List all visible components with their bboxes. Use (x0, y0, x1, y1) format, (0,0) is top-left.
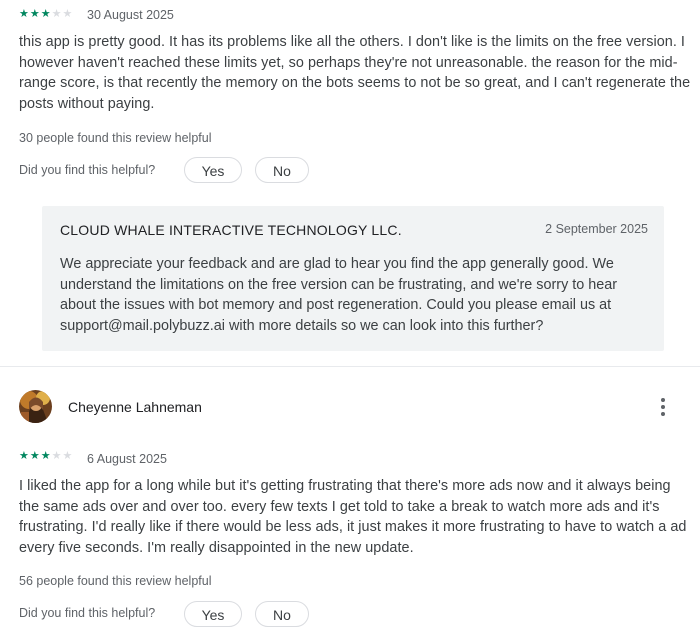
reply-date: 2 September 2025 (545, 222, 648, 236)
star-icon: ★ (62, 8, 73, 20)
helpful-no-button[interactable]: No (255, 601, 309, 627)
developer-reply: CLOUD WHALE INTERACTIVE TECHNOLOGY LLC. … (42, 206, 664, 351)
star-icon: ★ (51, 450, 62, 462)
review-text: this app is pretty good. It has its prob… (19, 34, 691, 112)
helpful-question: Did you find this helpful? (19, 606, 156, 620)
star-icon: ★ (29, 450, 40, 462)
reply-text: We appreciate your feedback and are glad… (60, 256, 618, 334)
helpful-count: 30 people found this review helpful (19, 131, 212, 145)
helpful-yes-button[interactable]: Yes (184, 601, 242, 627)
star-rating: ★ ★ ★ ★ ★ (19, 9, 72, 20)
star-icon: ★ (19, 450, 29, 462)
star-icon: ★ (19, 8, 29, 20)
star-icon: ★ (40, 8, 51, 20)
star-rating: ★ ★ ★ ★ ★ (19, 451, 72, 462)
reviewer-name: Cheyenne Lahneman (68, 399, 202, 415)
star-icon: ★ (51, 8, 62, 20)
helpful-count: 56 people found this review helpful (19, 574, 212, 588)
star-icon: ★ (40, 450, 51, 462)
developer-name: CLOUD WHALE INTERACTIVE TECHNOLOGY LLC. (60, 222, 402, 238)
star-icon: ★ (62, 450, 73, 462)
review-date: 30 August 2025 (87, 8, 174, 22)
review-text: I liked the app for a long while but it'… (19, 478, 687, 556)
helpful-no-button[interactable]: No (255, 157, 309, 183)
review-date: 6 August 2025 (87, 452, 167, 466)
helpful-yes-button[interactable]: Yes (184, 157, 242, 183)
star-icon: ★ (29, 8, 40, 20)
helpful-question: Did you find this helpful? (19, 163, 156, 177)
more-vert-icon[interactable] (651, 395, 675, 419)
review-divider (0, 366, 700, 367)
avatar (19, 390, 52, 423)
